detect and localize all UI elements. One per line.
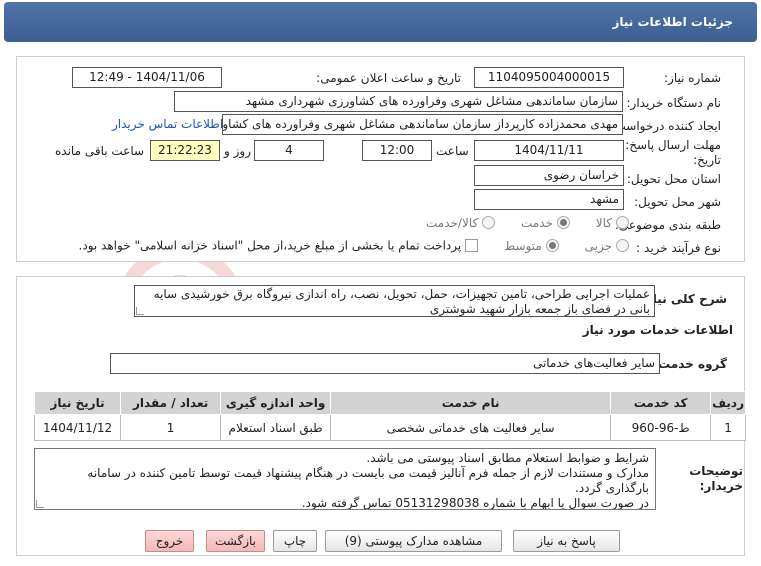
buyer-org-field: سازمان ساماندهی مشاغل شهری وفراورده های … (174, 91, 623, 112)
services-section-title: اطلاعات خدمات مورد نیاز (582, 323, 733, 337)
need-number-label: شماره نیاز: (664, 71, 721, 85)
contact-buyer-link[interactable]: اطلاعات تماس خریدار (112, 117, 223, 131)
category-option-goods: کالا (595, 215, 612, 230)
category-radio-goods-service[interactable] (482, 216, 496, 229)
process-option-minor: جزیی (584, 238, 612, 253)
announce-label: تاریخ و ساعت اعلان عمومی: (316, 71, 461, 85)
category-label: طبقه بندی موضوعی: (614, 218, 721, 232)
view-attachments-button[interactable]: مشاهده مدارک پیوستی (9) (325, 530, 502, 552)
cell-name: سایر فعالیت های خدماتی شخصی (330, 414, 612, 441)
deadline-time-field: 12:00 (362, 140, 432, 161)
process-label: نوع فرآیند خرید : (636, 241, 721, 255)
days-remaining-field: 4 (254, 140, 324, 161)
process-radio-medium[interactable] (545, 239, 559, 252)
category-radio-group: کالا خدمت کالا/خدمت (404, 215, 629, 230)
cell-date: 1404/11/12 (33, 414, 122, 441)
notes-line: مدارک و مستندات لازم از جمله فرم آنالیز … (87, 466, 649, 495)
deadline-label-date: تاریخ: (693, 153, 721, 167)
col-unit: واحد اندازه گیری (220, 391, 332, 415)
cell-unit: طبق اسناد استعلام (220, 414, 332, 441)
city-label: شهر محل تحویل: (634, 195, 721, 209)
col-quantity: تعداد / مقدار (120, 391, 222, 415)
process-radio-minor[interactable] (616, 239, 629, 252)
category-radio-goods[interactable] (616, 216, 629, 229)
service-group-label: گروه خدمت: (653, 357, 727, 371)
deadline-date-field: 1404/11/11 (474, 140, 624, 161)
days-label: روز و (224, 144, 251, 158)
deadline-label: مهلت ارسال پاسخ: تا (614, 138, 721, 152)
table-row: 1 ط-96-960 سایر فعالیت های خدماتی شخصی ط… (33, 414, 746, 441)
back-button[interactable]: بازگشت (206, 530, 265, 552)
requester-field: مهدی محمدزاده کارپرداز سازمان ساماندهی م… (222, 114, 623, 135)
category-option-goods-service: کالا/خدمت (426, 215, 479, 230)
province-field: خراسان رضوی (474, 165, 624, 186)
category-radio-service[interactable] (556, 216, 570, 229)
notes-line: در صورت سوال یا ابهام با شماره 051312980… (301, 496, 649, 510)
notes-line: شرایط و ضوابط استعلام مطابق اسناد پیوستی… (366, 451, 649, 465)
treasury-checkbox[interactable] (465, 239, 479, 252)
notes-label-buyer: خریدار: (699, 479, 743, 493)
buyer-org-label: نام دستگاه خریدار: (626, 96, 722, 110)
print-button[interactable]: چاپ (273, 530, 317, 552)
description-resize-handle[interactable] (136, 307, 144, 315)
treasury-note: پرداخت تمام یا بخشی از مبلغ خرید،از محل … (78, 238, 462, 253)
description-field: عملیات اجرایی طراحی، تامین تجهیزات، حمل،… (134, 285, 655, 317)
notes-field: شرایط و ضوابط استعلام مطابق اسناد پیوستی… (34, 448, 656, 510)
col-date: تاریخ نیاز (33, 391, 122, 415)
city-field: مشهد (474, 189, 624, 210)
requester-label: ایجاد کننده درخواست: (610, 119, 721, 133)
notes-label: توضیحات (689, 464, 743, 478)
reply-button[interactable]: پاسخ به نیاز (513, 530, 620, 552)
col-row: ردیف (710, 391, 746, 415)
remaining-time-field: 21:22:23 (150, 140, 220, 161)
province-label: استان محل تحویل: (626, 172, 721, 186)
exit-button[interactable]: خروج (145, 530, 194, 552)
remaining-time-label: ساعت باقی مانده (55, 144, 145, 158)
cell-row: 1 (710, 414, 746, 441)
cell-quantity: 1 (120, 414, 222, 441)
notes-resize-handle[interactable] (36, 500, 44, 508)
cell-code: ط-96-960 (610, 414, 712, 441)
process-radio-group: جزیی متوسط پرداخت تمام یا بخشی از مبلغ خ… (79, 238, 629, 253)
window-title-bar: جزئیات اطلاعات نیاز (4, 2, 757, 42)
process-option-medium: متوسط (504, 238, 542, 253)
category-option-service: خدمت (521, 215, 553, 230)
deadline-time-label: ساعت (436, 144, 469, 158)
announce-field: 1404/11/06 - 12:49 (72, 67, 222, 88)
services-table-header: ردیف کد خدمت نام خدمت واحد اندازه گیری ت… (33, 391, 746, 415)
col-name: نام خدمت (330, 391, 612, 415)
col-code: کد خدمت (610, 391, 712, 415)
services-table: ردیف کد خدمت نام خدمت واحد اندازه گیری ت… (33, 391, 746, 441)
service-group-field: سایر فعالیت‌های خدماتی (110, 353, 660, 374)
window-title: جزئیات اطلاعات نیاز (612, 15, 733, 29)
need-number-field: 1104095004000015 (474, 67, 624, 88)
